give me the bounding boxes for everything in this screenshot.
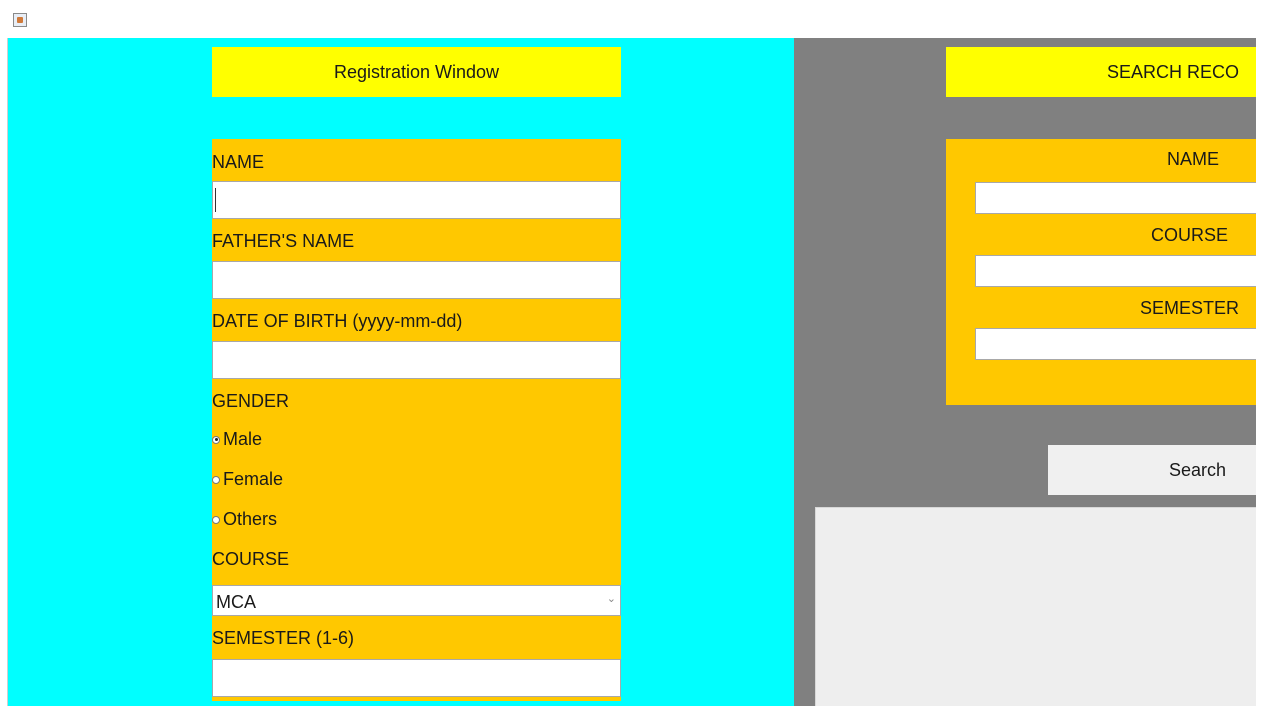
chevron-down-icon[interactable]: ⌄: [607, 592, 616, 605]
search-title-banner: SEARCH RECO: [946, 47, 1256, 97]
search-semester-field[interactable]: [975, 328, 1256, 360]
search-form-panel: NAME COURSE SEMESTER: [946, 139, 1256, 405]
radio-checked-icon[interactable]: [212, 435, 220, 444]
registration-title-banner: Registration Window: [212, 47, 621, 97]
window-titlebar: [0, 0, 1266, 38]
search-button[interactable]: Search: [1048, 445, 1256, 495]
search-course-label: COURSE: [1151, 225, 1229, 245]
gender-option-female[interactable]: Female: [212, 469, 283, 490]
search-name-label: NAME: [1167, 149, 1220, 169]
radio-unchecked-icon[interactable]: [212, 475, 220, 484]
search-button-label: Search: [1169, 460, 1227, 480]
registration-title: Registration Window: [333, 61, 500, 82]
gender-option-label: Female: [223, 469, 284, 489]
course-selected-value: MCA: [216, 592, 256, 612]
search-results-area[interactable]: [815, 507, 1256, 706]
gender-option-label: Male: [223, 429, 263, 449]
semester-field[interactable]: [212, 659, 621, 697]
java-app-icon[interactable]: [13, 13, 27, 27]
search-semester-label: SEMESTER: [1140, 298, 1240, 318]
gender-option-label: Others: [223, 509, 278, 529]
gender-option-male[interactable]: Male: [212, 429, 262, 450]
course-dropdown[interactable]: MCA ⌄: [212, 585, 621, 616]
gender-option-others[interactable]: Others: [212, 509, 277, 530]
search-title: SEARCH RECO: [1107, 62, 1240, 82]
fathers-name-field[interactable]: [212, 261, 621, 299]
text-caret: [215, 188, 216, 212]
course-label: COURSE: [212, 549, 290, 569]
fathers-name-label: FATHER'S NAME: [212, 231, 355, 251]
date-of-birth-field[interactable]: [212, 341, 621, 379]
semester-label: SEMESTER (1-6): [212, 628, 355, 648]
registration-form-panel: NAME FATHER'S NAME DATE OF BIRTH (yyyy-m…: [212, 139, 621, 701]
search-name-field[interactable]: [975, 182, 1256, 214]
gender-label: GENDER: [212, 391, 290, 411]
name-field[interactable]: [212, 181, 621, 219]
search-course-field[interactable]: [975, 255, 1256, 287]
date-of-birth-label: DATE OF BIRTH (yyyy-mm-dd): [212, 311, 463, 331]
window-right-edge: [1256, 0, 1266, 706]
name-label: NAME: [212, 152, 265, 172]
radio-unchecked-icon[interactable]: [212, 515, 220, 524]
